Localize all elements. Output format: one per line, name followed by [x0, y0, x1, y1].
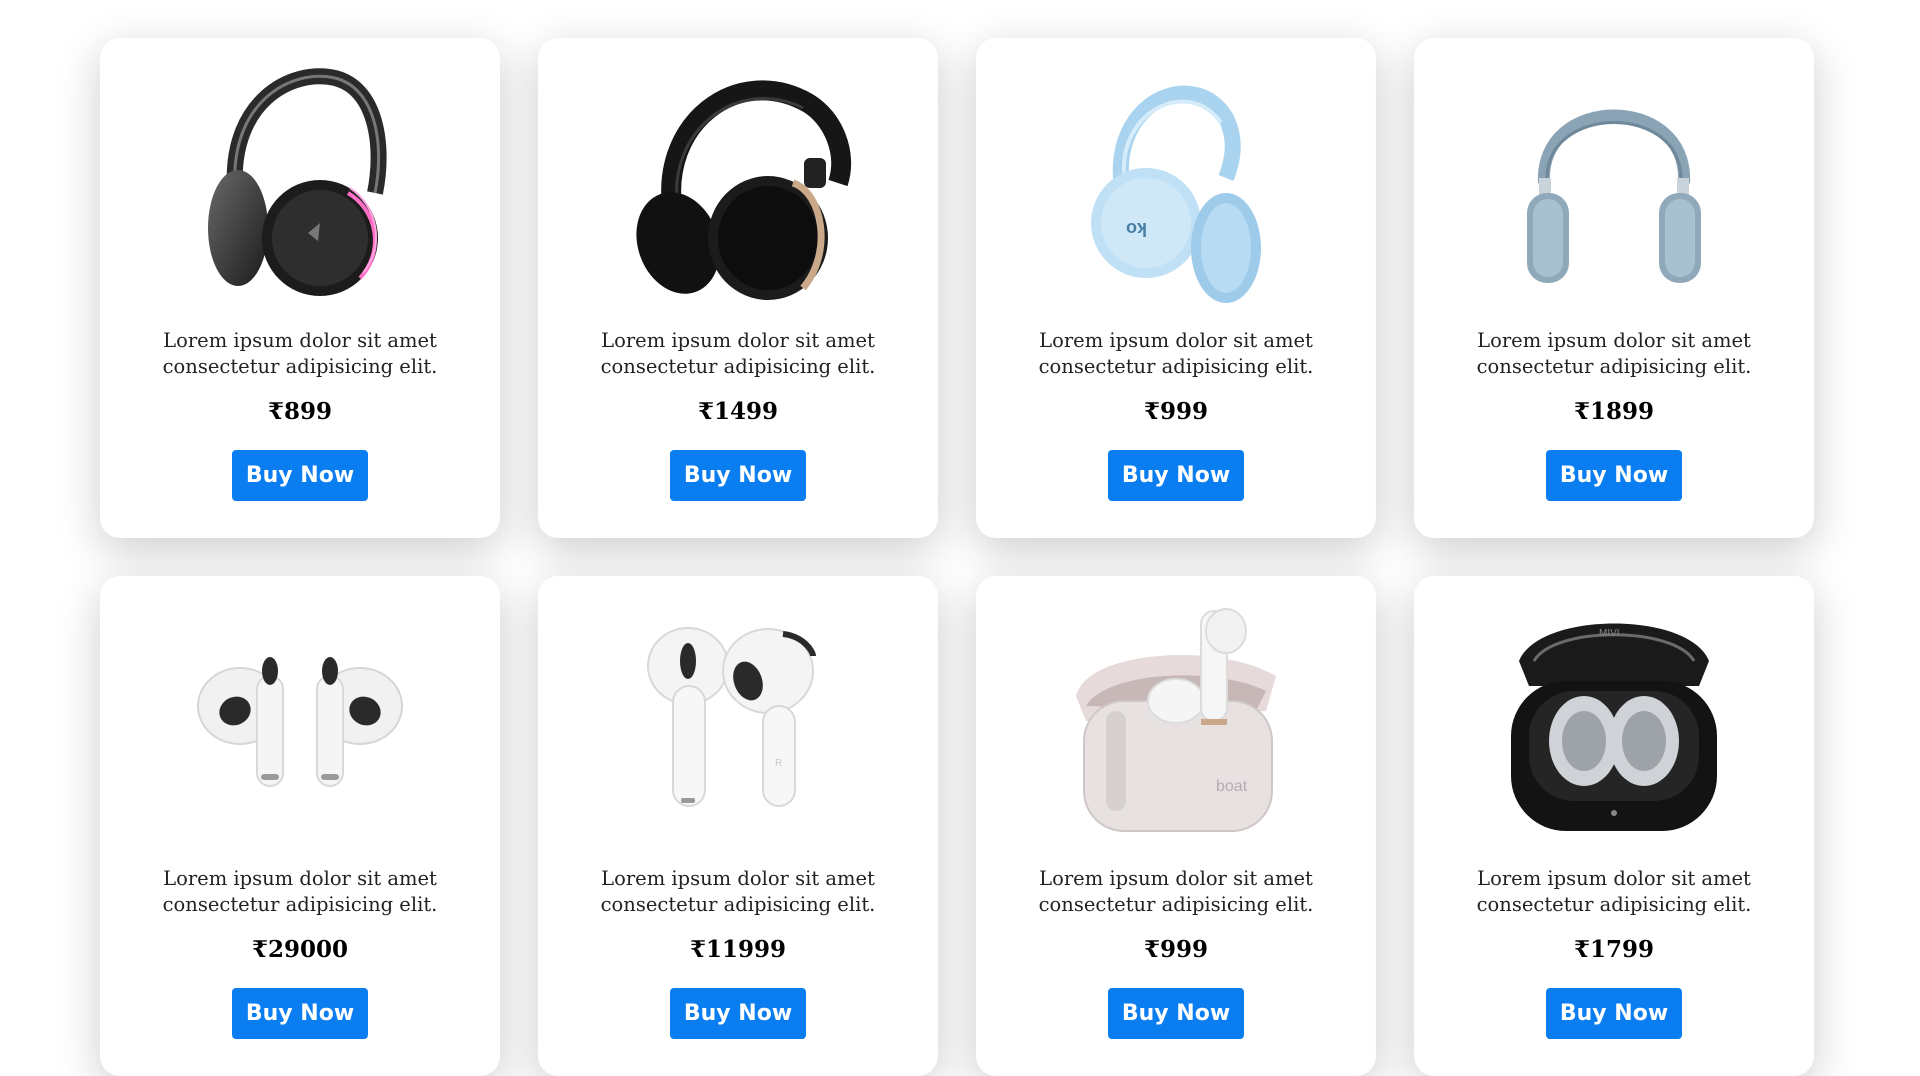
product-card: oʞ Lorem ipsum dolor sit amet consectetu… — [976, 38, 1376, 538]
product-image: MIVI — [1484, 596, 1744, 846]
product-card: Lorem ipsum dolor sit amet consectetur a… — [1414, 38, 1814, 538]
svg-text:R: R — [775, 758, 782, 769]
product-description: Lorem ipsum dolor sit amet consectetur a… — [600, 867, 876, 916]
product-price: ₹899 — [267, 398, 332, 425]
buy-now-button[interactable]: Buy Now — [231, 450, 369, 501]
earbuds-icon — [197, 657, 403, 787]
svg-text:oʞ: oʞ — [1126, 217, 1147, 237]
buy-now-button[interactable]: Buy Now — [669, 450, 807, 501]
product-price: ₹11999 — [689, 936, 787, 963]
product-card: R Lorem ipsum dolor sit amet consectetur… — [538, 576, 938, 1076]
product-description: Lorem ipsum dolor sit amet consectetur a… — [1038, 329, 1314, 378]
product-description: Lorem ipsum dolor sit amet consectetur a… — [1476, 329, 1752, 378]
headphones-icon — [1527, 109, 1701, 283]
product-description: Lorem ipsum dolor sit amet consectetur a… — [162, 867, 438, 916]
product-image: boat — [1046, 596, 1306, 846]
product-description: Lorem ipsum dolor sit amet consectetur a… — [1038, 867, 1314, 916]
product-card: Lorem ipsum dolor sit amet consectetur a… — [100, 576, 500, 1076]
product-card: Lorem ipsum dolor sit amet consectetur a… — [100, 38, 500, 538]
earbuds-case-icon: MIVI — [1511, 623, 1717, 831]
product-price: ₹1799 — [1573, 936, 1655, 963]
product-image: oʞ — [1046, 58, 1306, 308]
product-image — [170, 58, 430, 308]
buy-now-button[interactable]: Buy Now — [1545, 988, 1683, 1039]
headphones-icon — [636, 80, 852, 300]
product-image: R — [608, 596, 868, 846]
case-logo-text: MIVI — [1599, 628, 1620, 639]
product-price: ₹999 — [1143, 936, 1208, 963]
buy-now-button[interactable]: Buy Now — [1545, 450, 1683, 501]
product-card: MIVI Lorem ipsum dolor sit amet consecte… — [1414, 576, 1814, 1076]
earbuds-case-icon: boat — [1076, 608, 1276, 832]
product-description: Lorem ipsum dolor sit amet consectetur a… — [162, 329, 438, 378]
buy-now-button[interactable]: Buy Now — [231, 988, 369, 1039]
buy-now-button[interactable]: Buy Now — [1107, 450, 1245, 501]
product-grid: Lorem ipsum dolor sit amet consectetur a… — [100, 38, 1814, 1076]
product-card: boat Lorem ipsum dolor sit amet consecte… — [976, 576, 1376, 1076]
buy-now-button[interactable]: Buy Now — [669, 988, 807, 1039]
product-price: ₹1899 — [1573, 398, 1655, 425]
headphones-icon: oʞ — [1091, 85, 1261, 303]
product-price: ₹29000 — [251, 936, 349, 963]
buy-now-button[interactable]: Buy Now — [1107, 988, 1245, 1039]
headphones-icon — [208, 68, 387, 296]
case-brand-text: boat — [1216, 778, 1248, 795]
product-description: Lorem ipsum dolor sit amet consectetur a… — [600, 329, 876, 378]
product-card: Lorem ipsum dolor sit amet consectetur a… — [538, 38, 938, 538]
product-image — [608, 58, 868, 308]
product-price: ₹999 — [1143, 398, 1208, 425]
product-image — [1484, 58, 1744, 308]
product-image — [170, 596, 430, 846]
product-price: ₹1499 — [697, 398, 779, 425]
product-description: Lorem ipsum dolor sit amet consectetur a… — [1476, 867, 1752, 916]
earbuds-icon: R — [647, 627, 816, 807]
